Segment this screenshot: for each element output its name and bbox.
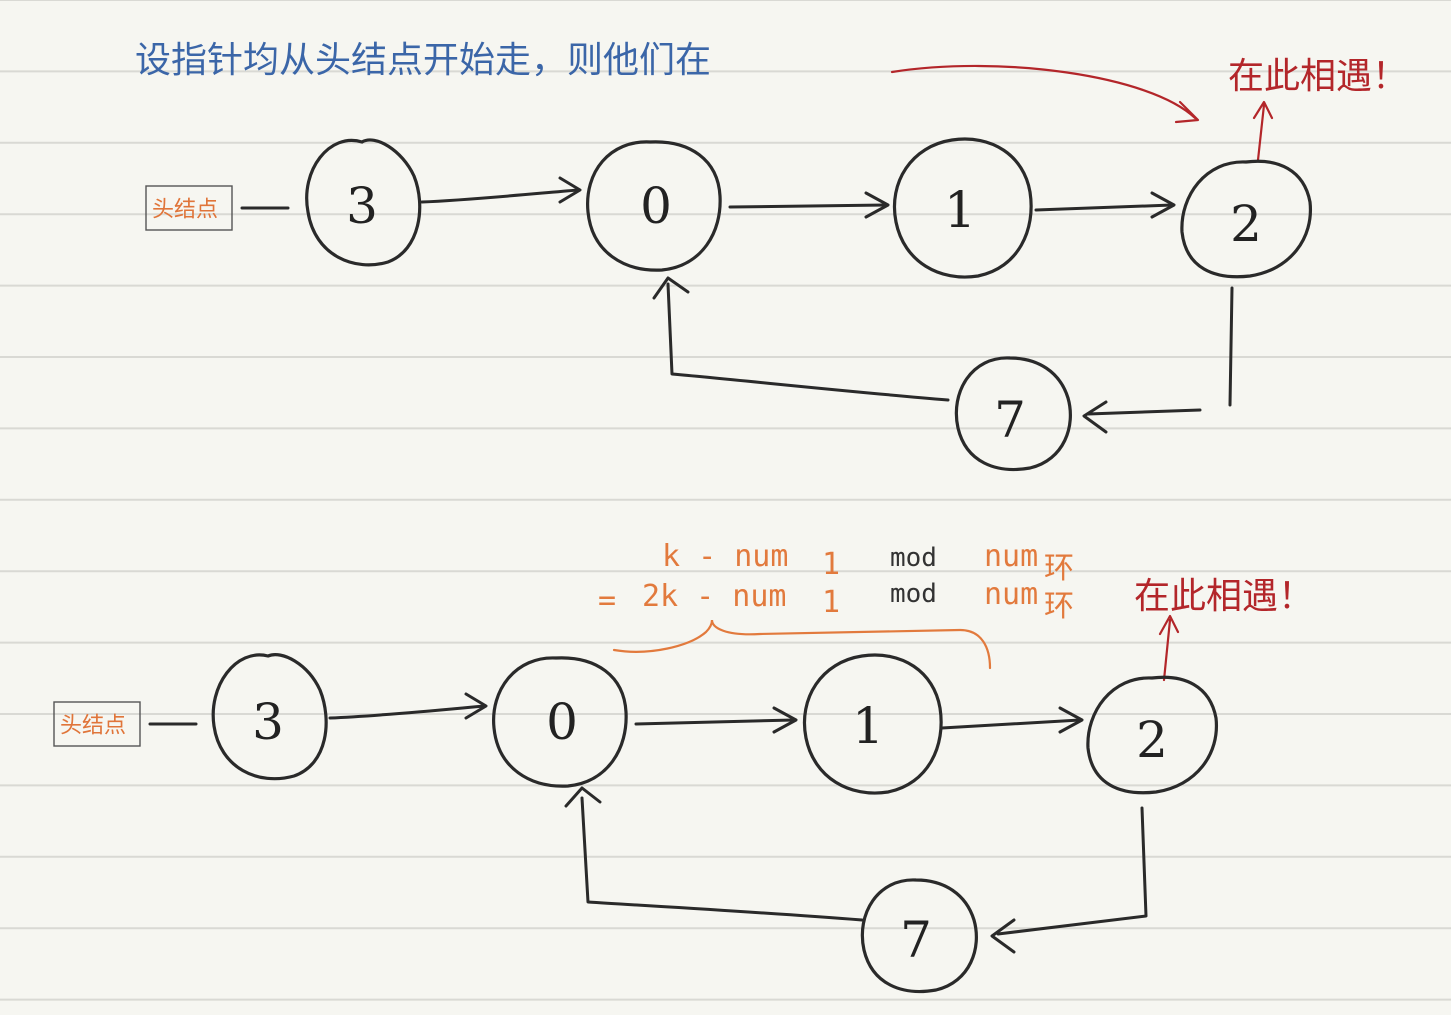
node-0-top-label: 0 <box>640 177 672 235</box>
node-2-bottom: 2 <box>1086 675 1219 795</box>
formula-line2-sub: 1 <box>822 585 840 620</box>
meet-arrow-top <box>1252 100 1274 162</box>
node-1-bottom-label: 1 <box>852 697 884 755</box>
node-7-top-label: 7 <box>994 391 1026 449</box>
node-3-bottom: 3 <box>211 653 328 781</box>
formula-line1-left: k - num <box>662 539 788 574</box>
node-1-bottom: 1 <box>802 653 943 795</box>
formula-line1-right-sub: 环 <box>1044 551 1074 586</box>
edge-1-2-bottom <box>940 718 1082 730</box>
top-diagram: 设指针均从头结点开始走，则他们在 在此相遇！ 头结点 3 0 1 2 7 <box>135 40 1408 472</box>
formula-line1-mod: mod <box>890 543 937 573</box>
bottom-diagram: k - num 1 mod num 环 = 2k - num 1 mod num… <box>53 539 1314 994</box>
edge-2-7-top <box>1086 286 1234 416</box>
formula-line1-sub: 1 <box>822 547 840 582</box>
meet-label-top: 在此相遇！ <box>1228 56 1408 97</box>
node-0-top: 0 <box>586 140 722 272</box>
formula-brace <box>612 619 992 670</box>
caption-text: 设指针均从头结点开始走，则他们在 <box>135 40 711 81</box>
node-2-top-label: 2 <box>1230 195 1262 253</box>
node-7-top: 7 <box>954 356 1072 472</box>
formula-line2-mod: mod <box>890 579 937 609</box>
formula-line2-eq: = <box>598 583 616 618</box>
edge-0-1-top <box>728 203 888 209</box>
node-1-top: 1 <box>892 137 1033 279</box>
formula-line2-left: 2k - num <box>642 579 787 614</box>
node-1-top-label: 1 <box>944 181 976 239</box>
edge-7-0-bottom <box>580 796 864 922</box>
ruled-lines <box>0 0 1451 1001</box>
node-0-bottom-label: 0 <box>546 693 578 751</box>
formula-line2-right-sub: 环 <box>1044 589 1074 624</box>
head-label-bottom: 头结点 <box>60 714 126 739</box>
formula-line1-right: num <box>984 539 1038 574</box>
arrowhead-7-0-top <box>652 276 690 300</box>
node-2-top: 2 <box>1180 159 1313 279</box>
node-7-bottom: 7 <box>860 878 978 994</box>
head-label-top: 头结点 <box>152 198 218 223</box>
node-2-bottom-label: 2 <box>1136 711 1168 769</box>
edge-2-7-bottom <box>996 806 1148 936</box>
edge-3-0-top <box>420 188 580 204</box>
meet-arrow-bottom <box>1158 614 1180 682</box>
node-3-top-label: 3 <box>346 177 378 235</box>
node-3-top: 3 <box>305 138 422 267</box>
edge-7-0-top <box>666 282 950 402</box>
node-0-bottom: 0 <box>492 656 628 788</box>
edge-0-1-bottom <box>634 718 796 726</box>
meet-label-bottom: 在此相遇！ <box>1134 576 1314 617</box>
diagram-canvas: 设指针均从头结点开始走，则他们在 在此相遇！ 头结点 3 0 1 2 7 k -… <box>0 0 1451 1001</box>
edge-3-0-bottom <box>328 704 486 720</box>
node-7-bottom-label: 7 <box>900 911 932 969</box>
formula-line2-right: num <box>984 577 1038 612</box>
node-3-bottom-label: 3 <box>252 693 284 751</box>
edge-1-2-top <box>1034 203 1174 212</box>
caption-arrow <box>890 64 1197 120</box>
arrowhead-2-7-bottom <box>990 918 1016 954</box>
